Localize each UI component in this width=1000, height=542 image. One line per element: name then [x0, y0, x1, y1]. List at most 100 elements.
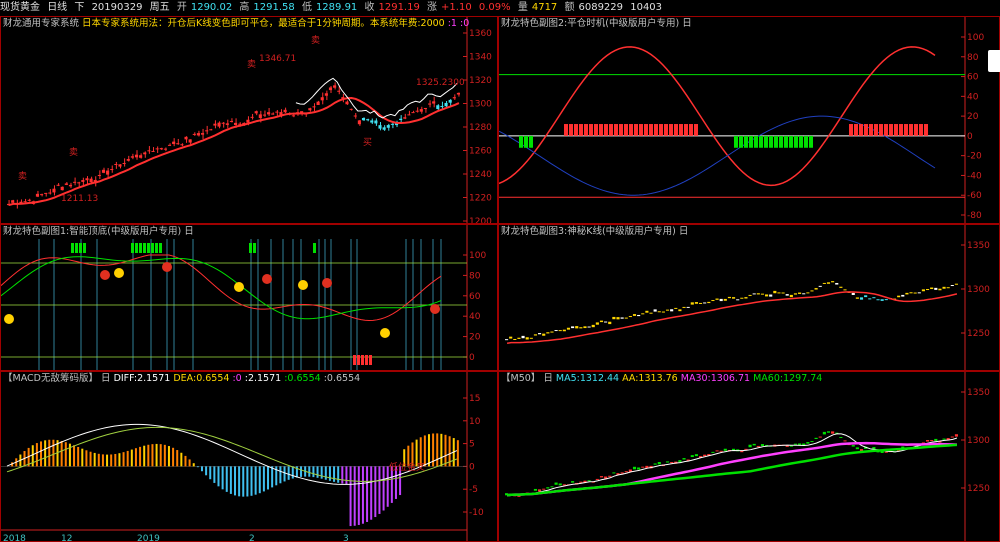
candle-body	[657, 311, 661, 313]
fast-line	[1, 254, 442, 321]
candle-body	[781, 292, 785, 294]
macd-bar	[291, 466, 294, 479]
hold-block	[874, 124, 878, 136]
main-kline-panel[interactable]: 财龙通用专家系统 日本专家系统用法：开仓后K线变色即可平仓，最适合于1分钟周期。…	[0, 16, 498, 224]
candle-body	[427, 103, 432, 105]
macd-bar	[106, 454, 109, 467]
candle-body	[793, 443, 798, 445]
candle-body	[333, 85, 337, 88]
macd-bar	[130, 449, 133, 467]
date-label: 2018	[3, 534, 26, 542]
side-scroll-tab[interactable]	[988, 50, 1000, 72]
open-label: 开	[176, 2, 187, 13]
direction-label: 下	[74, 2, 85, 13]
smart-top-bottom-panel[interactable]: 财龙特色副图1:智能顶底(中级版用户专用) 日 100 80 60 40 20 0	[0, 224, 498, 371]
candle-body	[814, 288, 818, 290]
macd-bar	[73, 445, 76, 467]
candle-body	[562, 484, 566, 486]
hold-block	[904, 124, 908, 136]
candle-body	[106, 170, 110, 175]
macd-bar	[139, 446, 142, 467]
macd-panel[interactable]: 【MACD无敌筹码版】 日 DIFF:2.1571 DEA:0.6554 :0 …	[0, 371, 498, 542]
macd-bar	[200, 466, 203, 472]
candle-body	[703, 302, 707, 304]
candle-body	[637, 467, 641, 470]
macd-chart[interactable]: 15 10 5 0 -5 -10 低位金叉 2018 12 2019 2 3	[1, 372, 498, 542]
mystery-kline-panel[interactable]: 财龙特色副图3:神秘K线(中级版用户专用) 日 1350 1300 1250	[498, 224, 1000, 371]
candle-body	[760, 293, 765, 295]
macd-title: 【MACD无敌筹码版】	[3, 373, 98, 384]
candle-body	[366, 119, 370, 121]
candle-body	[432, 101, 436, 104]
macd-bar	[308, 466, 311, 477]
candle-body	[513, 338, 517, 340]
moving-average-chart[interactable]: 1350 1300 1250	[499, 372, 1000, 542]
candle-body	[139, 155, 143, 158]
candle-body	[196, 133, 200, 136]
candle-body	[407, 114, 411, 116]
candle-body	[715, 450, 719, 452]
candle-body	[843, 289, 847, 291]
main-yaxis-tick-label: 1300	[469, 100, 492, 110]
macd-yaxis-tick-label: -5	[469, 485, 478, 495]
candle-body	[880, 299, 884, 301]
macd-bar	[300, 466, 303, 477]
candle-body	[529, 337, 533, 339]
candle-body	[213, 123, 217, 126]
macd-bar	[213, 466, 216, 483]
candle-body	[546, 332, 550, 334]
candle-body	[698, 302, 703, 304]
top-dot	[162, 262, 172, 272]
smart-top-bottom-chart[interactable]: 100 80 60 40 20 0	[1, 225, 498, 371]
exit-timing-panel[interactable]: 财龙特色副图2:平仓时机(中级版用户专用) 日 100 80 60 40 20 0 -20 -…	[498, 16, 1000, 224]
hold-block	[664, 124, 668, 136]
sell-signal-label: 卖	[18, 171, 27, 182]
macd-bar	[77, 446, 80, 467]
macd-v3: :0.6554	[284, 373, 321, 384]
symbol-name[interactable]: 现货黄金	[0, 2, 40, 13]
main-yaxis-tick-label: 1260	[469, 147, 492, 157]
candle-body	[632, 314, 637, 316]
macd-bar	[258, 466, 261, 494]
candle-body	[859, 297, 864, 300]
candle-body	[777, 292, 781, 294]
macd-bar	[118, 453, 121, 467]
hold-block	[849, 124, 853, 136]
candle-body	[909, 292, 913, 294]
candle-body	[579, 327, 583, 329]
top-block	[83, 243, 86, 253]
candle-body	[345, 101, 349, 105]
candle-body	[723, 298, 727, 301]
period-label[interactable]: 日线	[47, 2, 67, 13]
main-yaxis-tick-label: 1200	[469, 217, 492, 224]
exit-block	[774, 135, 778, 148]
top-block	[135, 243, 138, 253]
candle-body	[114, 164, 118, 166]
candle-body	[77, 182, 81, 184]
hold-block	[589, 124, 593, 136]
candle-body	[27, 199, 31, 201]
candle-body	[143, 152, 147, 155]
top-block	[139, 243, 142, 253]
exit-block	[764, 135, 768, 148]
exit-block	[779, 135, 783, 148]
candle-body	[134, 154, 139, 158]
candle-body	[653, 309, 657, 312]
candle-body	[678, 460, 682, 463]
mystery-kline-chart[interactable]: 1350 1300 1250	[499, 225, 1000, 371]
candle-body	[789, 445, 793, 447]
hold-block	[624, 124, 628, 136]
ma-title-bar: 【M50】 日 MA5:1312.44 AA:1313.76 MA30:1306…	[501, 373, 822, 385]
weekday-value: 周五	[149, 2, 170, 13]
candle-body	[884, 299, 888, 301]
candle-body	[690, 302, 694, 305]
main-kline-chart[interactable]: 1360 1340 1320 1300 1280 1260 1240 1220 1200 1346…	[1, 17, 498, 224]
osc1-title: 财龙特色副图1:智能顶底(中级版用户专用)	[3, 226, 182, 237]
moving-average-panel[interactable]: 【M50】 日 MA5:1312.44 AA:1313.76 MA30:1306…	[498, 371, 1000, 542]
candle-body	[826, 282, 831, 284]
hold-block	[684, 124, 688, 136]
top-dot	[322, 278, 332, 288]
candle-body	[694, 454, 698, 457]
osc2-yaxis-tick-label: -80	[967, 211, 982, 221]
exit-timing-chart[interactable]: 100 80 60 40 20 0 -20 -40 -60 -80	[499, 17, 1000, 224]
